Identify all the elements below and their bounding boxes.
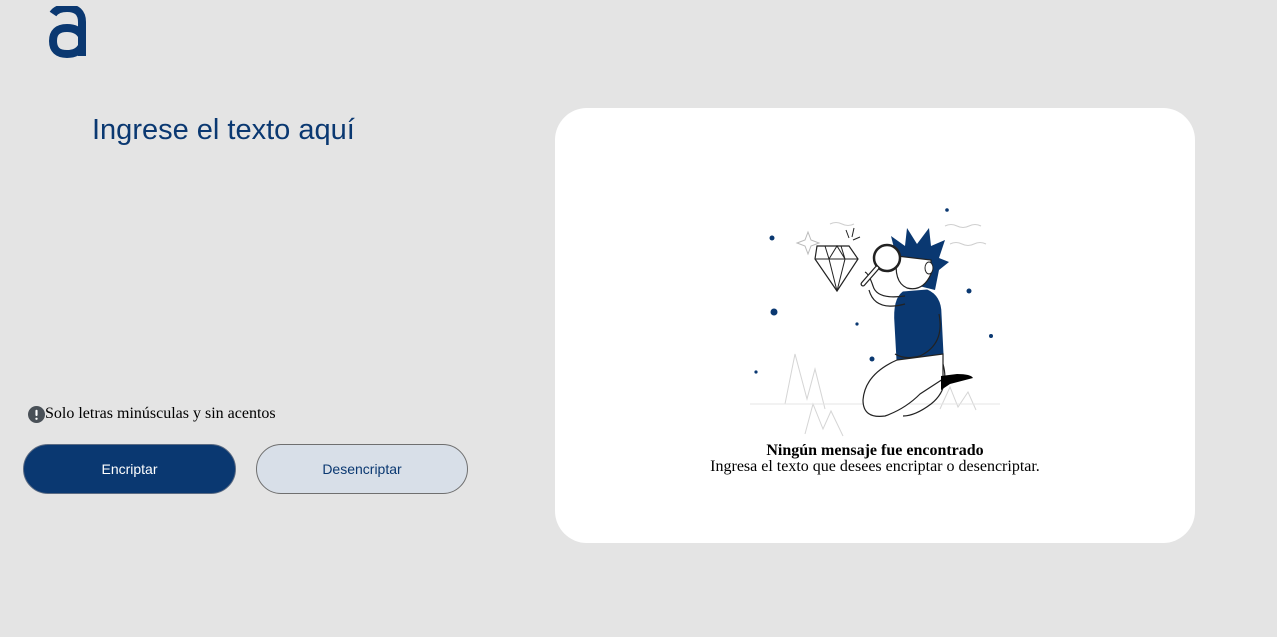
alura-logo-icon[interactable] bbox=[48, 6, 86, 58]
decrypt-button[interactable]: Desencriptar bbox=[256, 444, 468, 494]
person-with-magnifying-glass-illustration bbox=[750, 208, 1000, 437]
page: Solo letras minúsculas y sin acentos Enc… bbox=[0, 0, 1277, 637]
exclamation-circle-icon bbox=[28, 405, 45, 423]
encrypt-button[interactable]: Encriptar bbox=[23, 444, 236, 494]
hint-text: Solo letras minúsculas y sin acentos bbox=[45, 405, 276, 422]
output-panel: Ningún mensaje fue encontrado Ingresa el… bbox=[555, 108, 1195, 543]
hint-message: Solo letras minúsculas y sin acentos bbox=[28, 405, 276, 423]
no-message-description: Ingresa el texto que desees encriptar o … bbox=[710, 458, 1040, 475]
text-input[interactable] bbox=[92, 112, 512, 372]
